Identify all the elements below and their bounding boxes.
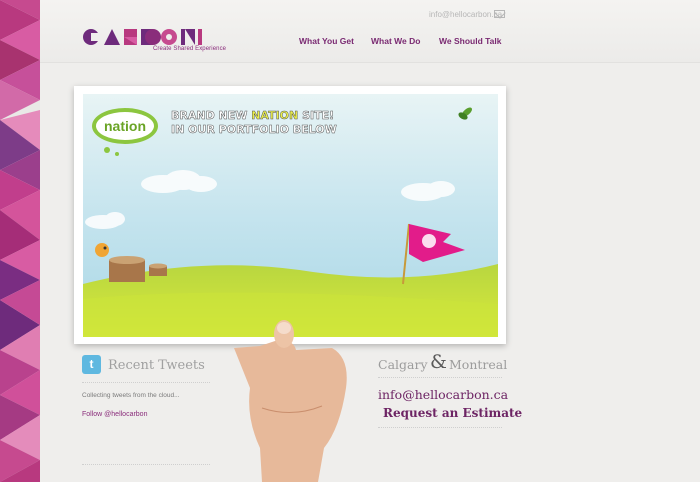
tweets-divider [82, 382, 210, 383]
city-montreal: Montreal [449, 357, 508, 372]
nav-we-should-talk[interactable]: We Should Talk [439, 36, 502, 46]
estimate-divider [378, 427, 502, 428]
nav-what-you-get[interactable]: What You Get [299, 36, 354, 46]
twitter-icon[interactable]: t [82, 355, 101, 374]
tweets-status: Collecting tweets from the cloud... [82, 392, 180, 399]
hero-headline-line2: IN OUR PORTFOLIO BELOW [171, 123, 337, 136]
hero-illustration[interactable]: nation BRAND NEW NATION SITE! IN OUR POR… [83, 94, 498, 337]
logo-tagline: Create Shared Experience [153, 46, 227, 52]
follow-link[interactable]: Follow @hellocarbon [82, 411, 147, 418]
request-estimate-link[interactable]: Request an Estimate [383, 406, 522, 420]
city-calgary: Calgary [378, 357, 428, 372]
contact-divider [378, 377, 502, 378]
decorative-triangle-strip [0, 0, 40, 482]
hero-headline-line1: BRAND NEW NATION SITE! [171, 109, 334, 122]
tweets-title: Recent Tweets [108, 358, 205, 373]
contact-email[interactable]: info@hellocarbon.ca [378, 387, 508, 402]
nav-what-we-do[interactable]: What We Do [371, 36, 420, 46]
mail-icon[interactable] [494, 10, 505, 18]
city-ampersand: & [430, 351, 447, 373]
header-email[interactable]: info@hellocarbon.ca [429, 10, 502, 19]
nation-badge-text: nation [104, 118, 146, 134]
hand-illustration [234, 320, 347, 482]
tweets-bottom-divider [82, 464, 210, 465]
